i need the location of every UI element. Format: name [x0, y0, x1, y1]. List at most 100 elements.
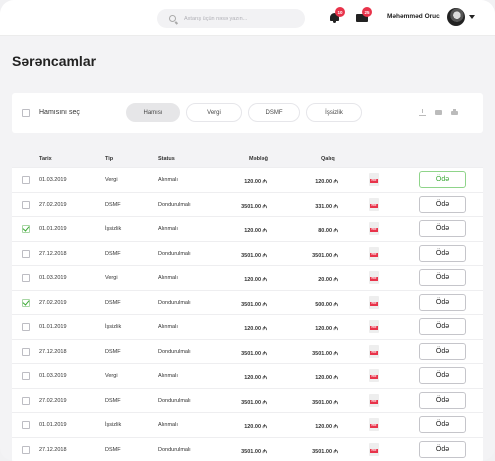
table-row: 01.03.2019 Vergi Alınmalı 120.00 ₼ 120.00 ₼ P…	[12, 167, 483, 192]
row-checkbox[interactable]	[22, 298, 30, 307]
tab-dsmf[interactable]: DSMF	[248, 103, 300, 122]
top-bar: 10 25 Məhəmməd Oruc	[0, 0, 495, 36]
table-row: 27.12.2018 DSMF Dondurulmalı 3501.00 ₼ 3501.…	[12, 240, 483, 265]
row-checkbox[interactable]	[22, 274, 30, 282]
search-box[interactable]	[157, 9, 305, 28]
row-amount: 3501.00 ₼	[241, 448, 267, 455]
column-balance[interactable]: Qalıq	[321, 156, 335, 162]
pdf-label: PDF	[370, 203, 378, 208]
pay-button[interactable]: Ödə	[419, 318, 466, 335]
row-balance: 120.00 ₼	[315, 424, 338, 430]
row-amount: 3501.00 ₼	[241, 350, 267, 357]
avatar[interactable]	[447, 8, 465, 26]
pdf-label: PDF	[370, 399, 378, 404]
row-balance: 20.00 ₼	[318, 277, 338, 283]
pdf-icon[interactable]: PDF	[369, 393, 379, 407]
row-status: Dondurulmalı	[158, 397, 191, 404]
select-all-checkbox[interactable]	[22, 109, 30, 117]
row-balance: 3501.00 ₼	[312, 448, 338, 455]
print-icon[interactable]	[451, 109, 458, 116]
pdf-icon[interactable]: PDF	[369, 295, 379, 309]
pay-button[interactable]: Ödə	[419, 416, 466, 433]
pay-button[interactable]: Ödə	[419, 269, 466, 286]
column-status[interactable]: Status	[158, 156, 175, 162]
row-date: 01.01.2019	[39, 324, 67, 330]
pdf-icon[interactable]: PDF	[369, 197, 379, 211]
pdf-icon[interactable]: PDF	[369, 369, 379, 382]
row-checkbox[interactable]	[22, 396, 30, 405]
row-date: 27.02.2019	[39, 397, 67, 404]
pdf-label: PDF	[370, 448, 378, 453]
row-balance: 3501.00 ₼	[312, 350, 338, 357]
pay-button[interactable]: Ödə	[419, 171, 466, 188]
pay-button[interactable]: Ödə	[419, 391, 466, 409]
notifications-button[interactable]: 10	[329, 7, 345, 23]
pdf-label: PDF	[370, 375, 378, 379]
pdf-icon[interactable]: PDF	[369, 344, 379, 358]
row-checkbox[interactable]	[22, 249, 30, 258]
tab-all[interactable]: Hamısı	[126, 103, 180, 122]
row-checkbox[interactable]	[22, 323, 30, 331]
row-status: Dondurulmalı	[158, 446, 191, 453]
select-all-label[interactable]: Hamısını seç	[39, 109, 80, 116]
pay-button[interactable]: Ödə	[419, 220, 466, 237]
pdf-icon[interactable]: PDF	[369, 246, 379, 260]
row-type: DSMF	[105, 446, 121, 453]
row-balance: 120.00 ₼	[315, 179, 338, 185]
pdf-label: PDF	[370, 326, 378, 330]
tab-tax[interactable]: Vergi	[186, 103, 242, 122]
pay-button[interactable]: Ödə	[419, 440, 466, 458]
row-checkbox[interactable]	[22, 176, 30, 184]
filter-bar: Hamısını seç Hamısı Vergi DSMF İşsizlik	[12, 93, 483, 133]
row-date: 01.03.2019	[39, 177, 67, 183]
table-row: 27.12.2018 DSMF Dondurulmalı 3501.00 ₼ 3501.…	[12, 338, 483, 363]
bell-clapper	[333, 21, 336, 23]
pay-button[interactable]: Ödə	[419, 342, 466, 360]
row-amount: 120.00 ₼	[244, 424, 267, 430]
table-row: 01.01.2019 İşsizlik Alınmalı 120.00 ₼ 120.00…	[12, 412, 483, 437]
row-status: Alınmalı	[158, 422, 178, 428]
column-amount[interactable]: Məbləğ	[249, 156, 268, 162]
row-date: 01.01.2019	[39, 422, 67, 428]
pay-button[interactable]: Ödə	[419, 293, 466, 311]
messages-button[interactable]: 25	[356, 7, 372, 23]
tab-unemployment[interactable]: İşsizlik	[306, 103, 362, 122]
search-input[interactable]	[184, 15, 294, 22]
pdf-icon[interactable]: PDF	[369, 418, 379, 431]
pay-button[interactable]: Ödə	[419, 367, 466, 384]
row-balance: 80.00 ₼	[318, 228, 338, 234]
row-checkbox[interactable]	[22, 200, 30, 209]
table-row: 27.02.2019 DSMF Dondurulmalı 3501.00 ₼ 3501.…	[12, 387, 483, 412]
column-date[interactable]: Tarix	[39, 156, 52, 162]
table-row: 27.02.2019 DSMF Dondurulmalı 3501.00 ₼ 500.0…	[12, 289, 483, 314]
row-amount: 120.00 ₼	[244, 228, 267, 234]
row-checkbox[interactable]	[22, 421, 30, 429]
row-checkbox[interactable]	[22, 445, 30, 454]
pdf-icon[interactable]: PDF	[369, 442, 379, 456]
row-balance: 120.00 ₼	[315, 375, 338, 381]
row-checkbox[interactable]	[22, 372, 30, 380]
pdf-icon[interactable]: PDF	[369, 271, 379, 284]
row-balance: 120.00 ₼	[315, 326, 338, 332]
row-amount: 120.00 ₼	[244, 375, 267, 381]
row-status: Dondurulmalı	[158, 250, 191, 257]
row-checkbox[interactable]	[22, 225, 30, 233]
row-amount: 120.00 ₼	[244, 326, 267, 332]
email-icon[interactable]	[435, 109, 442, 116]
table-row: 27.02.2019 DSMF Dondurulmalı 3501.00 ₼ 331.0…	[12, 191, 483, 216]
pay-button[interactable]: Ödə	[419, 195, 466, 213]
row-checkbox[interactable]	[22, 347, 30, 356]
download-icon[interactable]	[419, 109, 426, 116]
chevron-down-icon[interactable]	[469, 15, 475, 19]
pdf-icon[interactable]: PDF	[369, 320, 379, 333]
pay-button[interactable]: Ödə	[419, 244, 466, 262]
pdf-icon[interactable]: PDF	[369, 173, 379, 186]
row-type: Vergi	[105, 177, 118, 183]
column-type[interactable]: Tip	[105, 156, 113, 162]
pdf-label: PDF	[370, 424, 378, 428]
pdf-label: PDF	[370, 301, 378, 306]
user-name[interactable]: Məhəmməd Oruc	[387, 13, 440, 20]
pdf-icon[interactable]: PDF	[369, 222, 379, 235]
row-type: Vergi	[105, 275, 118, 281]
row-status: Alınmalı	[158, 275, 178, 281]
